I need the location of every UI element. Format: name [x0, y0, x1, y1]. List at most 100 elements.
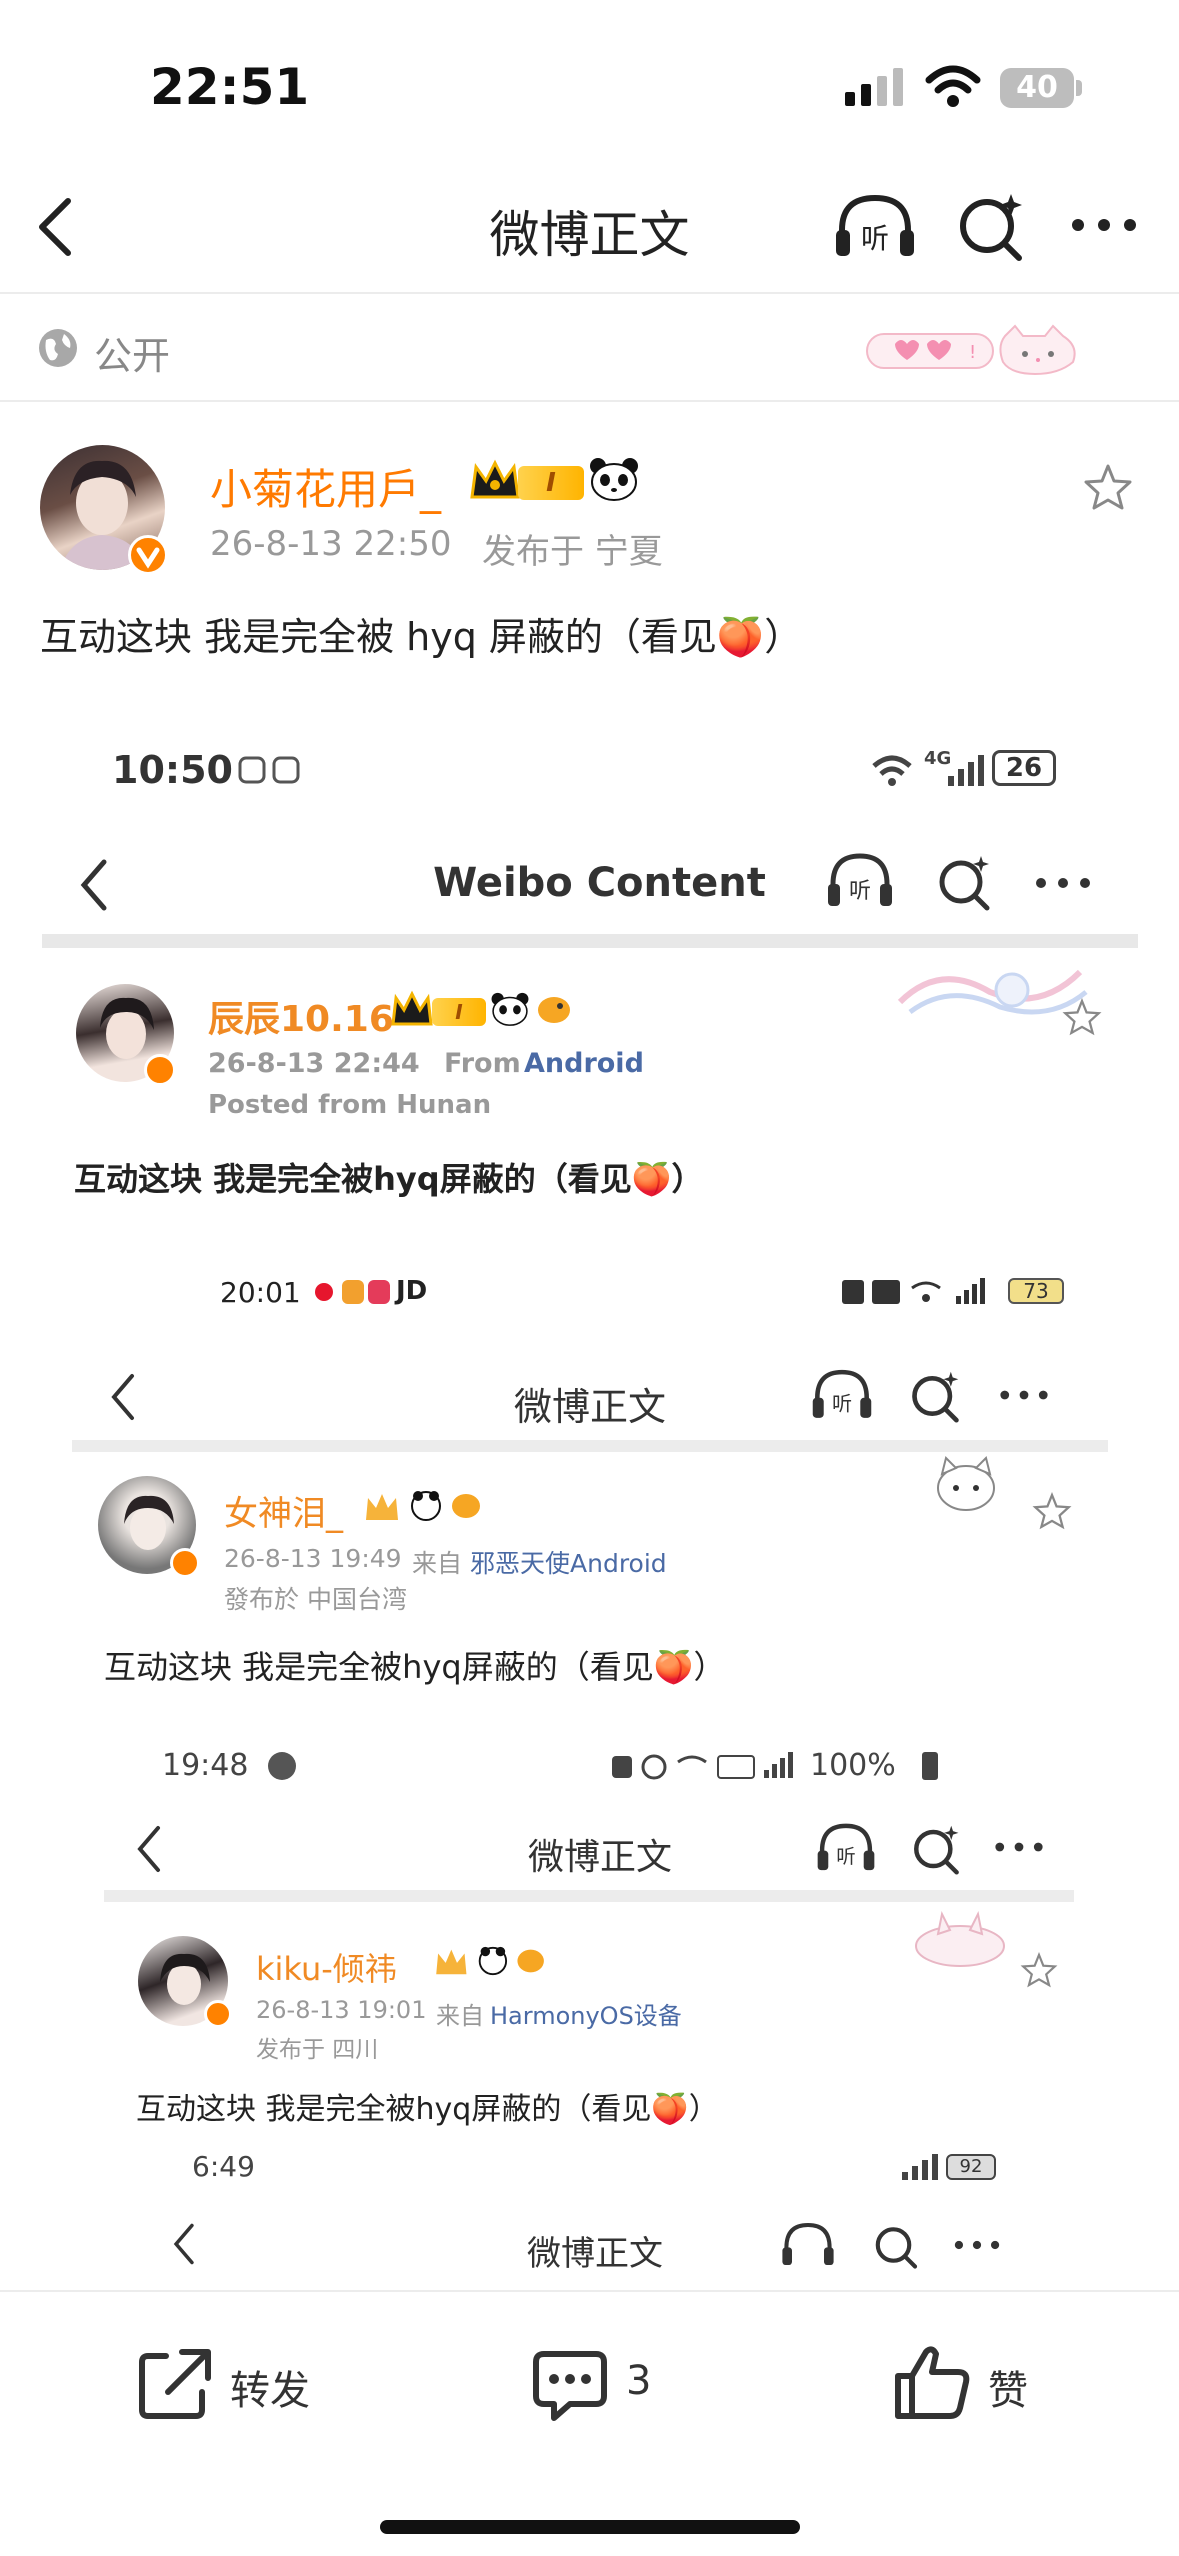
svg-text:听: 听: [836, 1845, 855, 1868]
nested4-more-icon: [954, 2240, 1000, 2250]
nested3-battery-icon: [922, 1752, 938, 1780]
nested1-timestamp: 26-8-13 22:44: [208, 1048, 420, 1079]
more-icon[interactable]: [1070, 215, 1138, 235]
nested2-search-icon: [912, 1371, 959, 1423]
nav-divider: [0, 292, 1179, 294]
nested-screenshot-3: 19:48 100% 微博正文 听 kiku-倾祎 26-8-13 19:01 …: [100, 1730, 1100, 2290]
visibility-label: 公开: [94, 334, 171, 378]
nested2-more-icon: [1000, 1390, 1048, 1400]
nested2-location: 發布於 中国台湾: [224, 1585, 407, 1614]
nested2-timestamp: 26-8-13 19:49: [224, 1544, 402, 1573]
nested4-nav-title: 微博正文: [527, 2234, 663, 2274]
verified-badge: [128, 535, 168, 575]
nested1-more-icon: [1036, 878, 1090, 888]
nested2-sticker: [937, 1456, 995, 1511]
nested-screenshot-2: 20:01 JD 73 微博正文 听 女神泪_ 26-8-13 19:49 来自…: [72, 1230, 1108, 2290]
nested2-divider: [72, 1440, 1108, 1452]
nested2-from-label: 来自: [412, 1549, 463, 1578]
nested3-listen-icon: 听: [817, 1823, 875, 1871]
nested1-status-icons: [238, 756, 302, 784]
nested4-battery: 92: [946, 2154, 996, 2180]
nested3-status-time: 19:48: [162, 1748, 249, 1783]
svg-text:听: 听: [849, 879, 871, 904]
nested3-username: kiku-倾祎: [256, 1950, 397, 1988]
nested4-search-icon: [875, 2227, 918, 2269]
nested3-divider: [104, 1890, 1074, 1902]
nested2-verified-badge: [170, 1548, 200, 1578]
nested3-more-icon: [995, 1842, 1043, 1852]
post-content: 互动这块 我是完全被 hyq 屏蔽的（看见🍑）: [40, 615, 803, 659]
nested2-listen-icon: 听: [812, 1369, 872, 1418]
like-icon: [895, 2346, 970, 2419]
like-button[interactable]: 赞: [888, 2332, 1068, 2432]
like-label: 赞: [988, 2368, 1028, 2414]
cellular-signal-icon: [845, 68, 903, 106]
nested3-verified-badge: [204, 2000, 232, 2028]
nested1-location: Posted from Hunan: [208, 1090, 492, 1120]
nested4-listen-icon: [782, 2222, 834, 2265]
svg-text:!: !: [969, 342, 976, 363]
nested3-from-device: HarmonyOS设备: [490, 2002, 682, 2030]
subheader-divider: [0, 400, 1179, 402]
nested1-wifi-icon: [872, 755, 912, 786]
search-icon[interactable]: [955, 190, 1027, 264]
vip-level-badge: I: [518, 466, 584, 500]
globe-icon: [39, 329, 77, 367]
nested2-status-extra: JD: [396, 1276, 428, 1306]
nested1-battery: 26: [992, 750, 1056, 786]
nested1-divider: [42, 934, 1138, 948]
nested2-badge-icons: [366, 1491, 480, 1521]
bottom-action-bar: 转发 3 赞: [0, 2290, 1179, 2556]
nested1-from-device: Android: [524, 1048, 644, 1079]
nested1-from-label: From: [444, 1048, 521, 1079]
nested3-badge-icons: [436, 1946, 544, 1976]
nested3-timestamp: 26-8-13 19:01: [256, 1996, 427, 2024]
post-timestamp: 26-8-13 22:50: [210, 524, 452, 564]
comment-icon: [533, 2351, 607, 2421]
nested4-status-time: 6:49: [192, 2150, 255, 2183]
nested1-star-icon: [1062, 998, 1102, 1036]
nested4-cellular-icon: [902, 2154, 938, 2180]
nested2-username: 女神泪_: [224, 1494, 343, 1534]
comment-button[interactable]: 3: [530, 2332, 710, 2432]
nested1-search-icon: [939, 856, 990, 911]
nested1-crown-icon: [391, 990, 433, 1026]
nested2-star-icon: [1032, 1492, 1072, 1530]
svg-text:听: 听: [861, 222, 889, 255]
nested3-status-icons: [612, 1752, 793, 1780]
wifi-icon: [925, 65, 981, 107]
post-location: 发布于 宁夏: [482, 532, 663, 572]
battery-tip: [1076, 80, 1082, 96]
nested2-from-device: 邪恶天使Android: [470, 1549, 667, 1578]
home-indicator: [380, 2520, 800, 2534]
nested3-sticker: [915, 1910, 1005, 1967]
post-username[interactable]: 小菊花用戶_: [210, 456, 441, 517]
nested2-content: 互动这块 我是完全被hyq屏蔽的（看见🍑）: [104, 1648, 726, 1686]
decoration-sticker: !: [866, 324, 1076, 376]
comment-count: 3: [626, 2358, 652, 2404]
status-time: 22:51: [150, 58, 310, 116]
nested3-battery: 100%: [810, 1748, 896, 1783]
crown-icon: [470, 459, 520, 499]
nested1-sticker: [897, 969, 1088, 1015]
nested3-status-dot: [268, 1752, 296, 1780]
listen-icon[interactable]: 听: [832, 190, 918, 264]
nested1-content: 互动这块 我是完全被hyq屏蔽的（看见🍑）: [74, 1160, 704, 1198]
nested1-status-time: 10:50: [112, 748, 233, 792]
nested1-cellular-icon: [948, 755, 984, 786]
battery-indicator: 40: [1000, 68, 1074, 108]
nested1-verified-badge: [144, 1054, 176, 1086]
nested-screenshot-4: 6:49 92 微博正文: [130, 2140, 1060, 2290]
repost-button[interactable]: 转发: [130, 2332, 350, 2432]
nested2-signal-icons: [842, 1278, 985, 1304]
nested3-search-icon: [914, 1825, 959, 1875]
nested3-content: 互动这块 我是完全被hyq屏蔽的（看见🍑）: [136, 2092, 719, 2127]
nested3-from-label: 来自: [436, 2002, 484, 2030]
nested2-status-time: 20:01: [220, 1276, 301, 1309]
nested3-star-icon: [1020, 1952, 1058, 1988]
nested2-status-apps: [314, 1278, 390, 1306]
repost-label: 转发: [230, 2368, 310, 2414]
panda-icon: [590, 458, 638, 501]
star-icon[interactable]: [1082, 462, 1134, 512]
svg-text:听: 听: [832, 1392, 852, 1416]
